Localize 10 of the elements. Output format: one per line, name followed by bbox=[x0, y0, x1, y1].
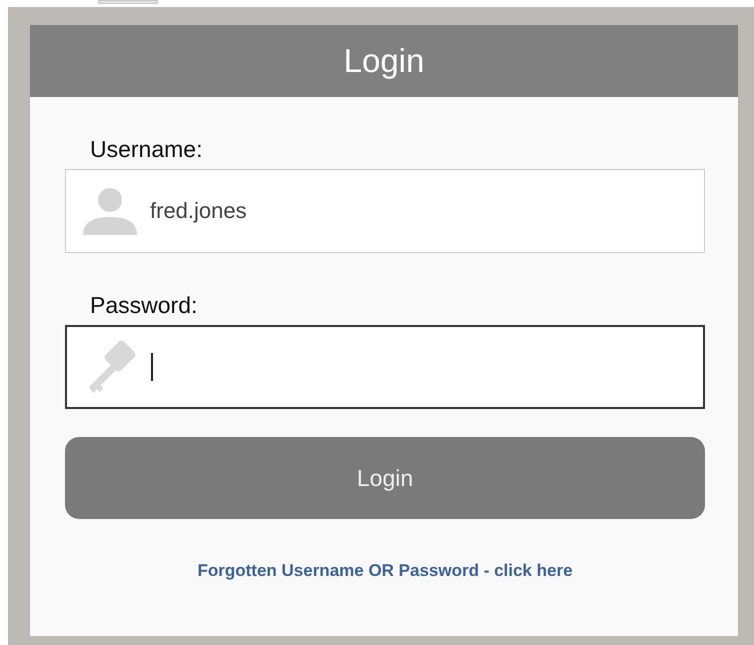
text-cursor bbox=[151, 353, 153, 381]
field-label: Password: bbox=[90, 291, 198, 319]
login-button[interactable]: Login bbox=[65, 437, 705, 519]
forgot-link[interactable]: Forgotten Username OR Password - click here bbox=[197, 561, 573, 581]
user-icon bbox=[82, 187, 138, 235]
input-field[interactable]: fred.jones bbox=[65, 169, 705, 253]
input-field[interactable] bbox=[65, 325, 705, 409]
handle-bar bbox=[98, 0, 158, 4]
field-label: Username: bbox=[90, 135, 204, 163]
login-title: Login bbox=[344, 42, 424, 80]
